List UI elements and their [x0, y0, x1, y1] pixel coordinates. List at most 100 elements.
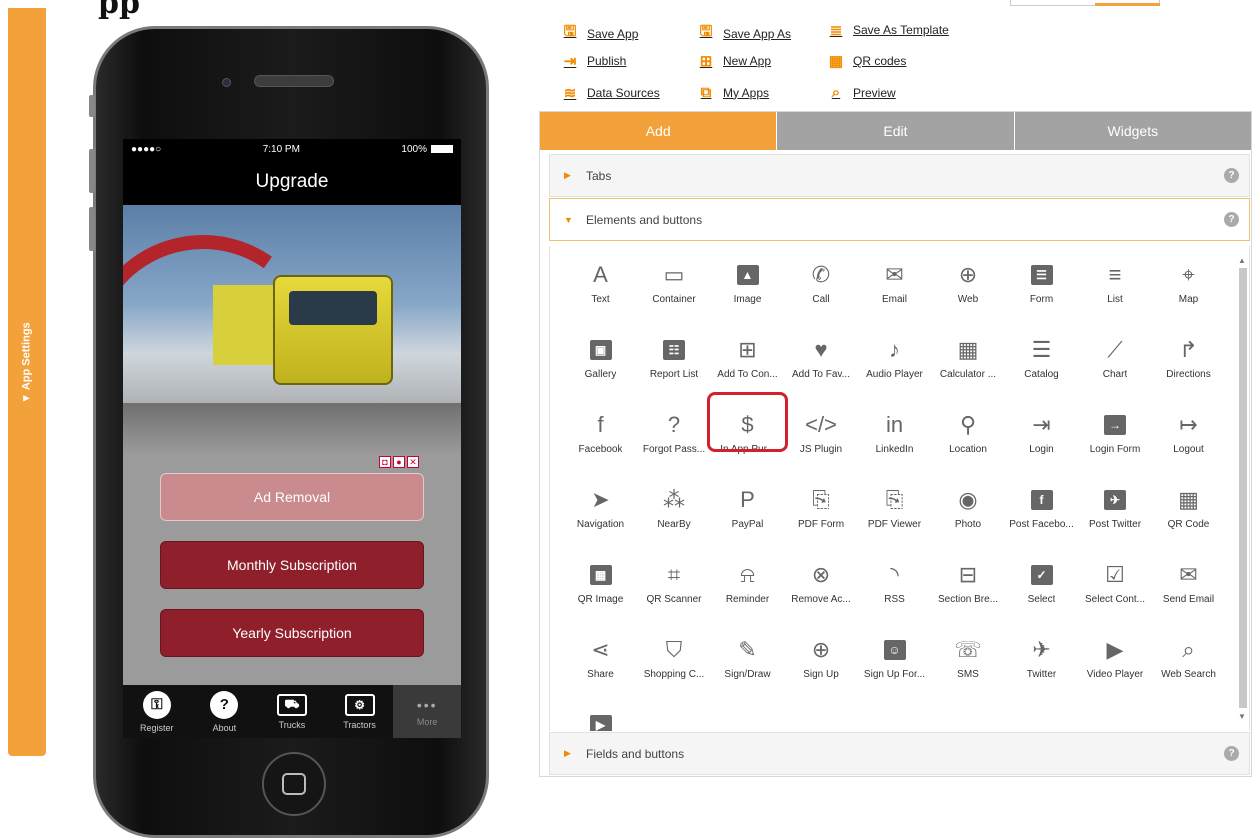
- preview-button[interactable]: ⌕ Preview: [827, 84, 896, 101]
- tab-trucks[interactable]: ⛟ Trucks: [258, 685, 326, 738]
- ad-info-icon[interactable]: ◘: [379, 456, 391, 468]
- element-report-list[interactable]: ☷ Report List: [638, 331, 711, 406]
- save-as-template-button[interactable]: ≣ Save As Template: [827, 21, 949, 39]
- element-twitter[interactable]: ✈ Twitter: [1005, 631, 1078, 706]
- help-icon[interactable]: ?: [1224, 212, 1239, 227]
- element-directions[interactable]: ↱ Directions: [1152, 331, 1225, 406]
- help-icon[interactable]: ?: [1224, 746, 1239, 761]
- element-image[interactable]: ▲ Image: [711, 256, 784, 331]
- ad-record-icon[interactable]: ●: [393, 456, 405, 468]
- ad-close-icon[interactable]: ✕: [407, 456, 419, 468]
- element-youtube[interactable]: ▶: [564, 706, 637, 731]
- grid-scrollbar[interactable]: ▲ ▼: [1237, 256, 1247, 721]
- element-reminder[interactable]: ⍾ Reminder: [711, 556, 784, 631]
- publish-button[interactable]: ⇥ Publish: [561, 52, 627, 70]
- element-pdf-viewer[interactable]: ⎘ PDF Viewer: [858, 481, 931, 556]
- element-qr-scanner[interactable]: ⌗ QR Scanner: [638, 556, 711, 631]
- save-as-icon: 🖫: [699, 23, 713, 40]
- element-photo[interactable]: ◉ Photo: [932, 481, 1005, 556]
- qr-icon: ▦: [828, 53, 844, 70]
- tab-about[interactable]: ? About: [191, 685, 259, 738]
- element-web[interactable]: ⊕ Web: [932, 256, 1005, 331]
- help-icon[interactable]: ?: [1224, 168, 1239, 183]
- new-app-button[interactable]: ⊞ New App: [697, 52, 771, 70]
- element-navigation[interactable]: ➤ Navigation: [564, 481, 637, 556]
- section-tabs[interactable]: ▶ Tabs ?: [549, 154, 1250, 197]
- cart-icon: ⛉: [665, 637, 683, 662]
- element-email[interactable]: ✉ Email: [858, 256, 931, 331]
- element-web-search[interactable]: ⌕ Web Search: [1152, 631, 1225, 706]
- element-label: Form: [1029, 294, 1054, 305]
- element-nearby[interactable]: ⁂ NearBy: [638, 481, 711, 556]
- element-linkedin[interactable]: in LinkedIn: [858, 406, 931, 481]
- element-remove-ac[interactable]: ⊗ Remove Ac...: [785, 556, 858, 631]
- monthly-subscription-button[interactable]: Monthly Subscription: [160, 541, 424, 589]
- element-label: Select: [1027, 594, 1056, 605]
- element-sms[interactable]: ☏ SMS: [932, 631, 1005, 706]
- element-form[interactable]: ☰ Form: [1005, 256, 1078, 331]
- element-js-plugin[interactable]: </> JS Plugin: [785, 406, 858, 481]
- phone-volume-down: [89, 207, 95, 251]
- tab-register[interactable]: ⚿ Register: [123, 685, 191, 738]
- element-map[interactable]: ⌖ Map: [1152, 256, 1225, 331]
- element-sign-up-for[interactable]: ☺ Sign Up For...: [858, 631, 931, 706]
- save-app-button[interactable]: 🖫 Save App: [561, 21, 639, 46]
- element-audio-player[interactable]: ♪ Audio Player: [858, 331, 931, 406]
- element-gallery[interactable]: ▣ Gallery: [564, 331, 637, 406]
- element-add-to-fav[interactable]: ♥ Add To Fav...: [785, 331, 858, 406]
- element-sign-draw[interactable]: ✎ Sign/Draw: [711, 631, 784, 706]
- top-search-field[interactable]: [1010, 0, 1160, 6]
- element-login[interactable]: ⇥ Login: [1005, 406, 1078, 481]
- tab-edit[interactable]: Edit: [776, 112, 1014, 150]
- qr-scanner-icon: ⌗: [667, 562, 681, 587]
- element-post-twitter[interactable]: ✈ Post Twitter: [1079, 481, 1152, 556]
- element-login-form[interactable]: → Login Form: [1079, 406, 1152, 481]
- tab-widgets[interactable]: Widgets: [1013, 112, 1251, 150]
- section-elements-buttons[interactable]: ▼ Elements and buttons ?: [549, 198, 1250, 241]
- data-sources-button[interactable]: ≋ Data Sources: [561, 84, 660, 102]
- element-pdf-form[interactable]: ⎘ PDF Form: [785, 481, 858, 556]
- element-section-bre[interactable]: ⊟ Section Bre...: [932, 556, 1005, 631]
- element-calculator[interactable]: ▦ Calculator ...: [932, 331, 1005, 406]
- element-call[interactable]: ✆ Call: [785, 256, 858, 331]
- element-text[interactable]: A Text: [564, 256, 637, 331]
- phone-home-button[interactable]: [262, 752, 326, 816]
- tab-more[interactable]: ••• More: [393, 685, 461, 738]
- element-select-cont[interactable]: ☑ Select Cont...: [1079, 556, 1152, 631]
- tab-tractors[interactable]: ⚙ Tractors: [326, 685, 394, 738]
- app-settings-strip[interactable]: ▼ App Settings: [8, 8, 46, 756]
- element-list[interactable]: ≡ List: [1079, 256, 1152, 331]
- element-sign-up[interactable]: ⊕ Sign Up: [785, 631, 858, 706]
- element-video-player[interactable]: ▶ Video Player: [1079, 631, 1152, 706]
- element-label: Photo: [954, 519, 982, 530]
- element-share[interactable]: ⋖ Share: [564, 631, 637, 706]
- element-paypal[interactable]: P PayPal: [711, 481, 784, 556]
- element-catalog[interactable]: ☰ Catalog: [1005, 331, 1078, 406]
- element-container[interactable]: ▭ Container: [638, 256, 711, 331]
- element-label: Catalog: [1024, 369, 1059, 380]
- scroll-down-icon[interactable]: ▼: [1238, 712, 1246, 721]
- element-qr-code[interactable]: ▦ QR Code: [1152, 481, 1225, 556]
- element-location[interactable]: ⚲ Location: [932, 406, 1005, 481]
- element-logout[interactable]: ↦ Logout: [1152, 406, 1225, 481]
- element-chart[interactable]: ⟋ Chart: [1079, 331, 1152, 406]
- scroll-up-icon[interactable]: ▲: [1238, 256, 1246, 265]
- element-post-facebo[interactable]: f Post Facebo...: [1005, 481, 1078, 556]
- element-forgot-pass[interactable]: ? Forgot Pass...: [638, 406, 711, 481]
- element-qr-image[interactable]: ▦ QR Image: [564, 556, 637, 631]
- element-facebook[interactable]: f Facebook: [564, 406, 637, 481]
- qr-codes-button[interactable]: ▦ QR codes: [827, 52, 906, 70]
- save-app-as-button[interactable]: 🖫 Save App As: [697, 21, 791, 46]
- signal-indicator: ●●●●○: [131, 143, 162, 155]
- my-apps-button[interactable]: ⧉ My Apps: [697, 84, 769, 101]
- element-label: Reminder: [725, 594, 770, 605]
- element-select[interactable]: ✓ Select: [1005, 556, 1078, 631]
- yearly-subscription-button[interactable]: Yearly Subscription: [160, 609, 424, 657]
- element-send-email[interactable]: ✉ Send Email: [1152, 556, 1225, 631]
- element-rss[interactable]: ◝ RSS: [858, 556, 931, 631]
- scrollbar-thumb[interactable]: [1239, 268, 1247, 708]
- section-fields-buttons[interactable]: ▶ Fields and buttons ?: [549, 732, 1250, 775]
- ad-removal-button[interactable]: Ad Removal: [160, 473, 424, 521]
- tab-add[interactable]: Add: [540, 112, 777, 150]
- element-shopping-c[interactable]: ⛉ Shopping C...: [638, 631, 711, 706]
